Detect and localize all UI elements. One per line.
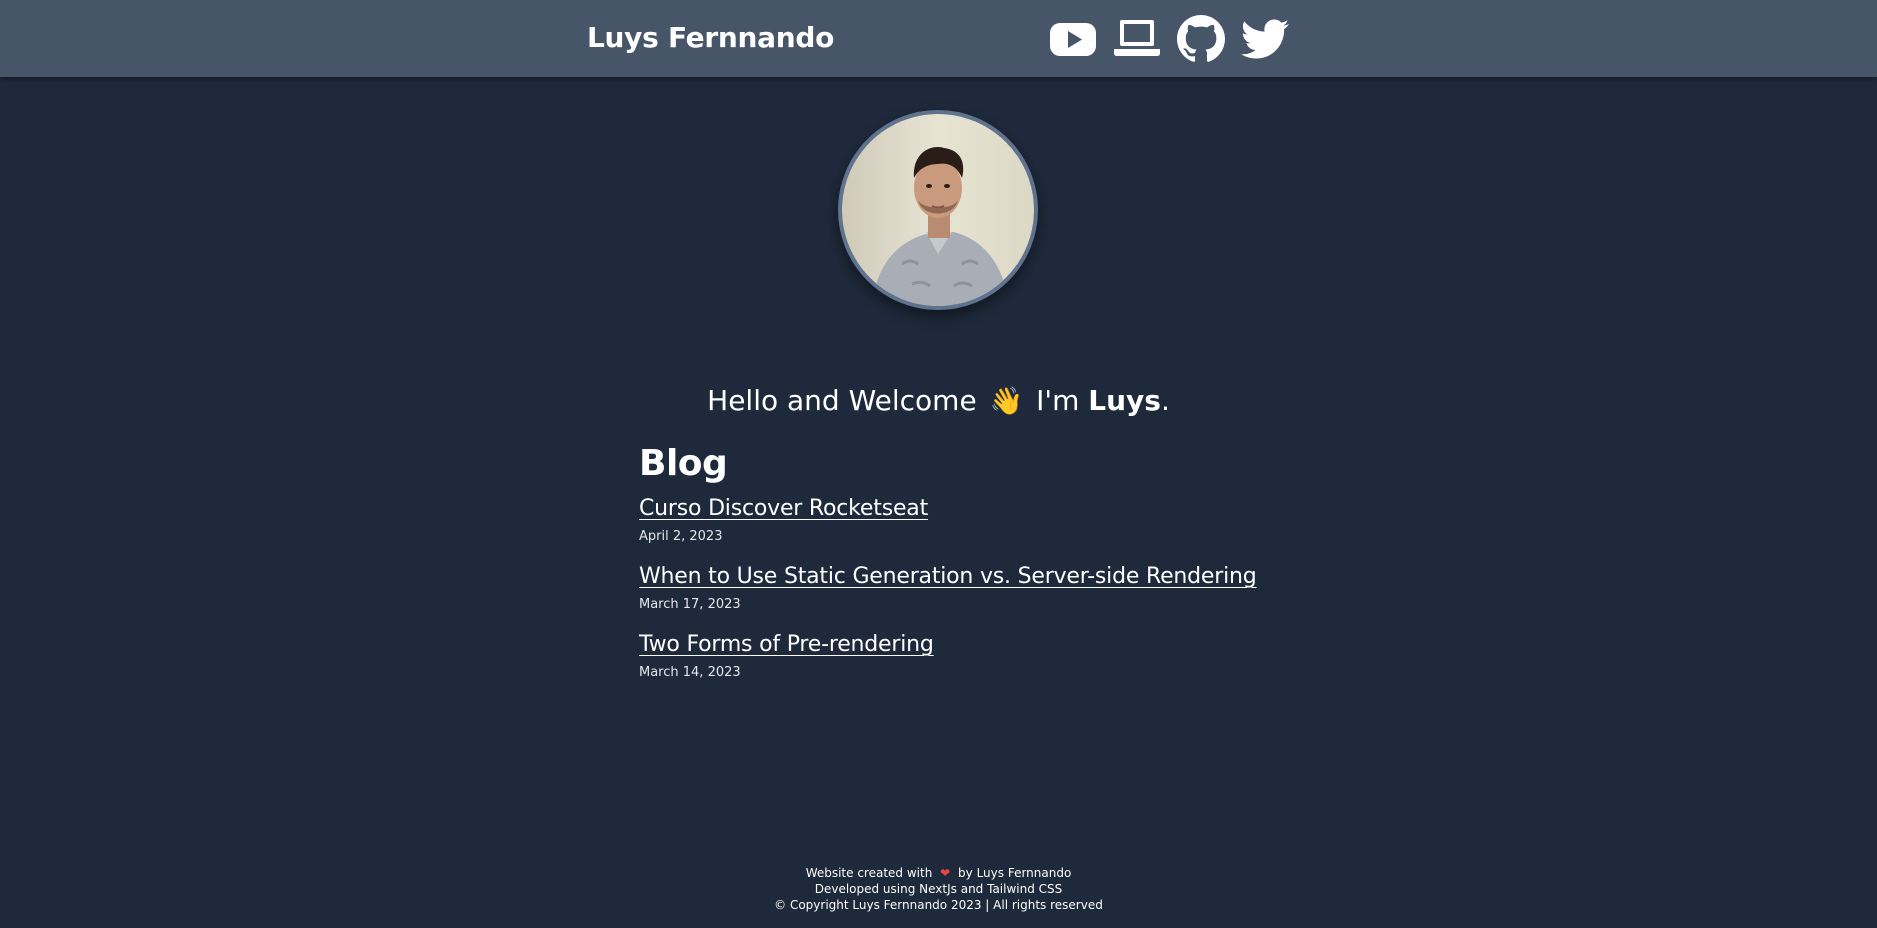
- site-header: Luys Fernnando: [0, 0, 1877, 77]
- profile-avatar: [838, 110, 1038, 310]
- footer-created-prefix: Website created with: [805, 866, 933, 880]
- blog-post-link[interactable]: When to Use Static Generation vs. Server…: [639, 562, 1257, 592]
- blog-post-link[interactable]: Curso Discover Rocketseat: [639, 494, 928, 524]
- portfolio-link[interactable]: [1112, 15, 1162, 63]
- profile-photo: [842, 114, 1034, 306]
- blog-post-item: When to Use Static Generation vs. Server…: [639, 562, 1259, 614]
- laptop-icon: [1114, 20, 1160, 56]
- blog-post-item: Two Forms of Pre-rendering March 14, 202…: [639, 630, 1259, 682]
- blog-post-date: March 14, 2023: [639, 665, 741, 680]
- blog-post-list: Curso Discover Rocketseat April 2, 2023 …: [639, 494, 1259, 682]
- blog-post-item: Curso Discover Rocketseat April 2, 2023: [639, 494, 1259, 546]
- footer-created-line: Website created with ❤ by Luys Fernnando: [0, 865, 1877, 881]
- github-link[interactable]: [1176, 15, 1226, 63]
- site-footer: Website created with ❤ by Luys Fernnando…: [0, 865, 1877, 913]
- greeting-im: I'm: [1036, 384, 1080, 417]
- greeting-text: Hello and Welcome: [707, 384, 977, 417]
- greeting-name: Luys: [1088, 384, 1161, 417]
- waving-hand-icon: 👋: [989, 386, 1024, 417]
- footer-developed-line: Developed using NextJs and Tailwind CSS: [814, 882, 1063, 896]
- blog-post-date: April 2, 2023: [639, 529, 723, 544]
- blog-heading: Blog: [639, 443, 728, 484]
- github-icon: [1177, 15, 1225, 62]
- twitter-link[interactable]: [1240, 15, 1290, 63]
- welcome-greeting: Hello and Welcome 👋 I'm Luys.: [0, 384, 1877, 417]
- social-links: [1048, 15, 1290, 63]
- youtube-icon: [1050, 23, 1096, 56]
- youtube-link[interactable]: [1048, 15, 1098, 63]
- footer-created-suffix: by Luys Fernnando: [958, 866, 1072, 880]
- blog-post-date: March 17, 2023: [639, 597, 741, 612]
- blog-section: Blog Curso Discover Rocketseat April 2, …: [639, 442, 1259, 698]
- site-title-link[interactable]: Luys Fernnando: [587, 21, 834, 54]
- footer-copyright: © Copyright Luys Fernnando 2023 | All ri…: [774, 898, 1103, 912]
- greeting-period: .: [1160, 384, 1170, 417]
- blog-post-link[interactable]: Two Forms of Pre-rendering: [639, 630, 934, 660]
- heart-icon: ❤: [940, 866, 951, 880]
- twitter-icon: [1241, 19, 1289, 59]
